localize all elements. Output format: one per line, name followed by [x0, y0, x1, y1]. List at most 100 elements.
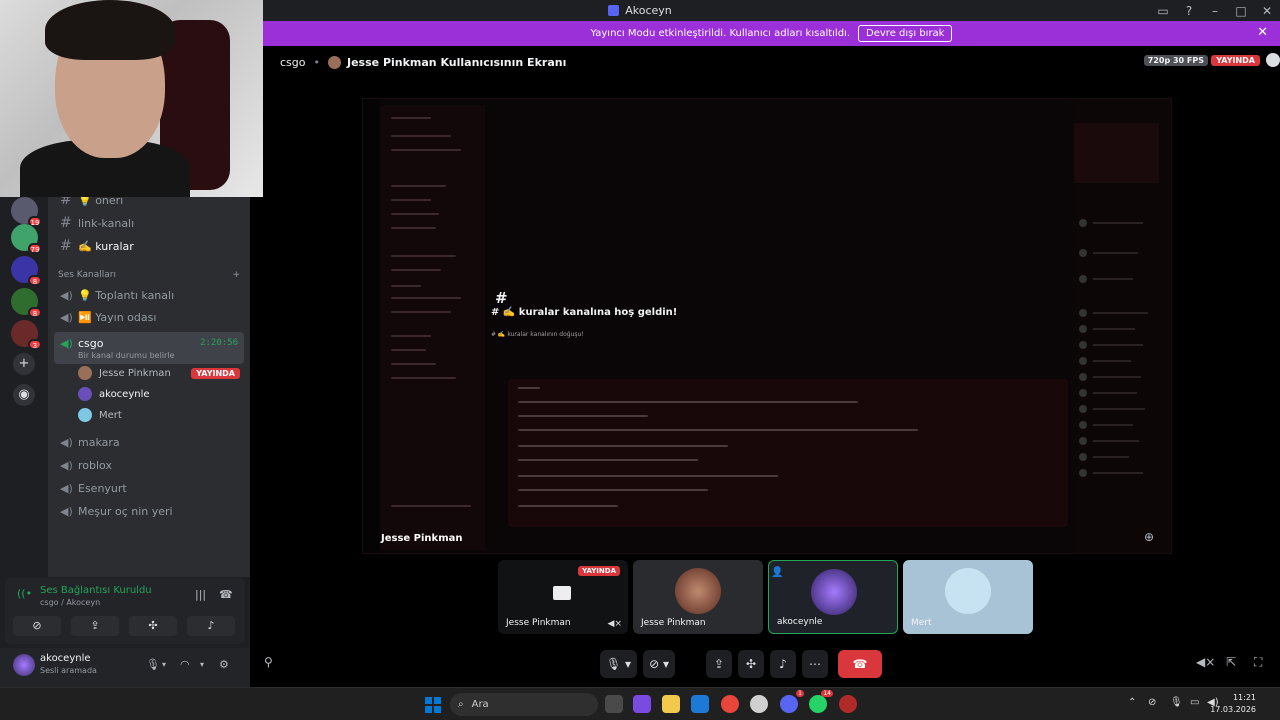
discord-app-icon[interactable]: 1 — [780, 690, 804, 713]
add-channel-icon[interactable]: + — [232, 270, 240, 280]
voice-channel[interactable]: ◀) roblox — [54, 454, 244, 476]
hash-icon: # — [60, 238, 72, 254]
user-name[interactable]: akoceynle — [40, 653, 91, 664]
voice-user[interactable]: Jesse Pinkman YAYINDA — [78, 363, 240, 383]
help-icon[interactable]: ? — [1176, 4, 1202, 18]
zoom-icon[interactable]: ⊕ — [1144, 530, 1154, 544]
leave-call-button[interactable]: ☎ — [838, 650, 882, 678]
voice-channel[interactable]: ◀) ⏯️ Yayın odası — [54, 306, 244, 328]
speaker-icon: ◀) — [60, 435, 73, 449]
gear-icon[interactable]: ⚙ — [219, 658, 229, 671]
inbox-icon[interactable]: ▭ — [1150, 4, 1176, 18]
activities-icon[interactable]: ✣ — [738, 650, 764, 678]
mic-tray-icon[interactable]: 🎙 — [1170, 697, 1183, 708]
screen-share-icon[interactable]: ⇪ — [706, 650, 732, 678]
file-explorer-icon[interactable] — [662, 695, 680, 713]
participant-tile[interactable]: Jesse Pinkman — [633, 560, 763, 634]
store-icon[interactable] — [691, 695, 709, 713]
add-server-icon[interactable]: + — [13, 353, 35, 375]
server-icon[interactable]: 3 — [11, 320, 42, 350]
noise-suppression-icon[interactable]: ||| — [195, 588, 206, 601]
live-badge: YAYINDA — [191, 367, 240, 379]
tile-name: Jesse Pinkman — [506, 618, 571, 628]
copilot-icon[interactable] — [633, 695, 651, 713]
voice-user[interactable]: Mert — [78, 405, 240, 425]
participant-tile[interactable]: akoceynle ▾ 👤 — [768, 560, 898, 634]
pop-out-icon[interactable]: ⇱ — [1226, 655, 1236, 669]
avatar — [78, 387, 92, 401]
disconnect-icon[interactable]: ☎ — [219, 588, 233, 601]
avatar[interactable] — [13, 654, 35, 676]
soundboard-icon[interactable]: ♪ — [770, 650, 796, 678]
activities-icon[interactable]: ✣ — [129, 616, 177, 636]
task-view-icon[interactable] — [605, 695, 623, 713]
stage-header: csgo • Jesse Pinkman Kullanıcısının Ekra… — [250, 52, 1280, 72]
banner-close-icon[interactable]: ✕ — [1257, 25, 1268, 40]
voice-connection-location[interactable]: csgo / Akoceyn — [40, 598, 100, 607]
mute-icon[interactable]: ◀× — [608, 619, 622, 629]
more-icon[interactable]: ⋯ — [802, 650, 828, 678]
server-icon[interactable]: 19 — [11, 197, 42, 227]
text-channel[interactable]: # ✍️ kuralar — [54, 235, 244, 257]
tile-name: akoceynle — [777, 617, 823, 627]
stage-channel-name[interactable]: csgo — [280, 56, 306, 69]
microphone-icon[interactable]: 🎙 — [146, 658, 160, 671]
maximize-button[interactable]: □ — [1228, 4, 1254, 18]
volume-mute-icon[interactable]: ◀× — [1196, 655, 1215, 669]
whatsapp-icon[interactable]: 14 — [809, 690, 833, 713]
close-button[interactable]: ✕ — [1254, 4, 1280, 18]
voice-channel[interactable]: ◀) 💡 Toplantı kanalı — [54, 284, 244, 306]
voice-channel[interactable]: ◀) makara — [54, 431, 244, 453]
camera-off-icon[interactable]: ⊘ — [13, 616, 61, 636]
active-voice-channel[interactable]: ◀) csgo Bir kanal durumu belirle 2:20:56 — [54, 332, 244, 364]
system-clock[interactable]: 11:21 17.03.2026 — [1210, 692, 1256, 716]
network-off-icon[interactable]: ⊘ — [1148, 697, 1156, 708]
fullscreen-icon[interactable]: ⛶ — [1254, 655, 1262, 670]
soundboard-icon[interactable]: ♪ — [187, 616, 235, 636]
voice-section-header[interactable]: Ses Kanalları + — [58, 270, 240, 280]
channel-label: ⏯️ Yayın odası — [78, 310, 157, 324]
taskbar-search[interactable]: ⌕ Ara — [450, 693, 598, 716]
camera-off-icon[interactable]: ⊘ ▾ — [643, 650, 675, 678]
server-icon[interactable]: 8 — [11, 288, 42, 318]
invite-icon[interactable]: ⚲ — [264, 655, 273, 669]
streamer-mode-banner: Yayıncı Modu etkinleştirildi. Kullanıcı … — [263, 21, 1280, 46]
voice-connection-status[interactable]: Ses Bağlantısı Kuruldu — [40, 585, 152, 596]
voice-channel[interactable]: ◀) Meşur oç nin yeri — [54, 500, 244, 522]
server-icon[interactable]: 8 — [11, 256, 42, 286]
voice-user[interactable]: akoceynle — [78, 384, 240, 404]
tray-chevron-icon[interactable]: ⌃ — [1128, 697, 1136, 708]
voice-channel-name: csgo — [78, 337, 104, 350]
microphone-icon[interactable]: 🎙 ▾ — [600, 650, 638, 678]
discord-logo-icon — [608, 5, 620, 16]
minimize-button[interactable]: – — [1202, 4, 1228, 18]
signal-icon[interactable]: ((• — [17, 587, 32, 600]
participant-tile-stream[interactable]: YAYINDA Jesse Pinkman ◀× — [498, 560, 628, 634]
shared-screen[interactable]: # # ✍️ kuralar kanalına hoş geldin! # ✍️… — [362, 98, 1172, 554]
text-channel[interactable]: # link-kanalı — [54, 212, 244, 234]
chevron-down-icon[interactable]: ▾ — [200, 660, 204, 669]
headphones-icon[interactable]: ◠ — [180, 658, 190, 671]
explore-icon[interactable]: ◉ — [13, 384, 35, 406]
display-icon[interactable]: ▭ — [1190, 697, 1199, 708]
voice-channel-status[interactable]: Bir kanal durumu belirle — [78, 351, 174, 360]
channel-label: Esenyurt — [78, 481, 127, 495]
chrome-icon[interactable] — [721, 695, 739, 713]
chat-bubble-icon[interactable] — [1266, 53, 1280, 67]
participant-tile[interactable]: Mert — [903, 560, 1033, 634]
disable-streamer-mode-button[interactable]: Devre dışı bırak — [858, 25, 953, 42]
speaker-icon: ◀) — [60, 481, 73, 495]
game-app-icon[interactable] — [839, 695, 857, 713]
add-user-icon[interactable]: 👤 — [771, 567, 783, 578]
screen-welcome-subtext: # ✍️ kuralar kanalının doğuşu! — [491, 331, 584, 338]
settings-app-icon[interactable] — [750, 695, 768, 713]
server-icon[interactable]: 79 — [11, 224, 42, 254]
screen-share-icon[interactable]: ⇪ — [71, 616, 119, 636]
taskbar-badge: 1 — [796, 690, 804, 697]
separator: • — [313, 55, 321, 69]
start-icon[interactable] — [425, 697, 441, 713]
avatar — [328, 55, 341, 69]
chevron-down-icon[interactable]: ▾ — [162, 660, 166, 669]
avatar — [945, 568, 991, 614]
voice-channel[interactable]: ◀) Esenyurt — [54, 477, 244, 499]
